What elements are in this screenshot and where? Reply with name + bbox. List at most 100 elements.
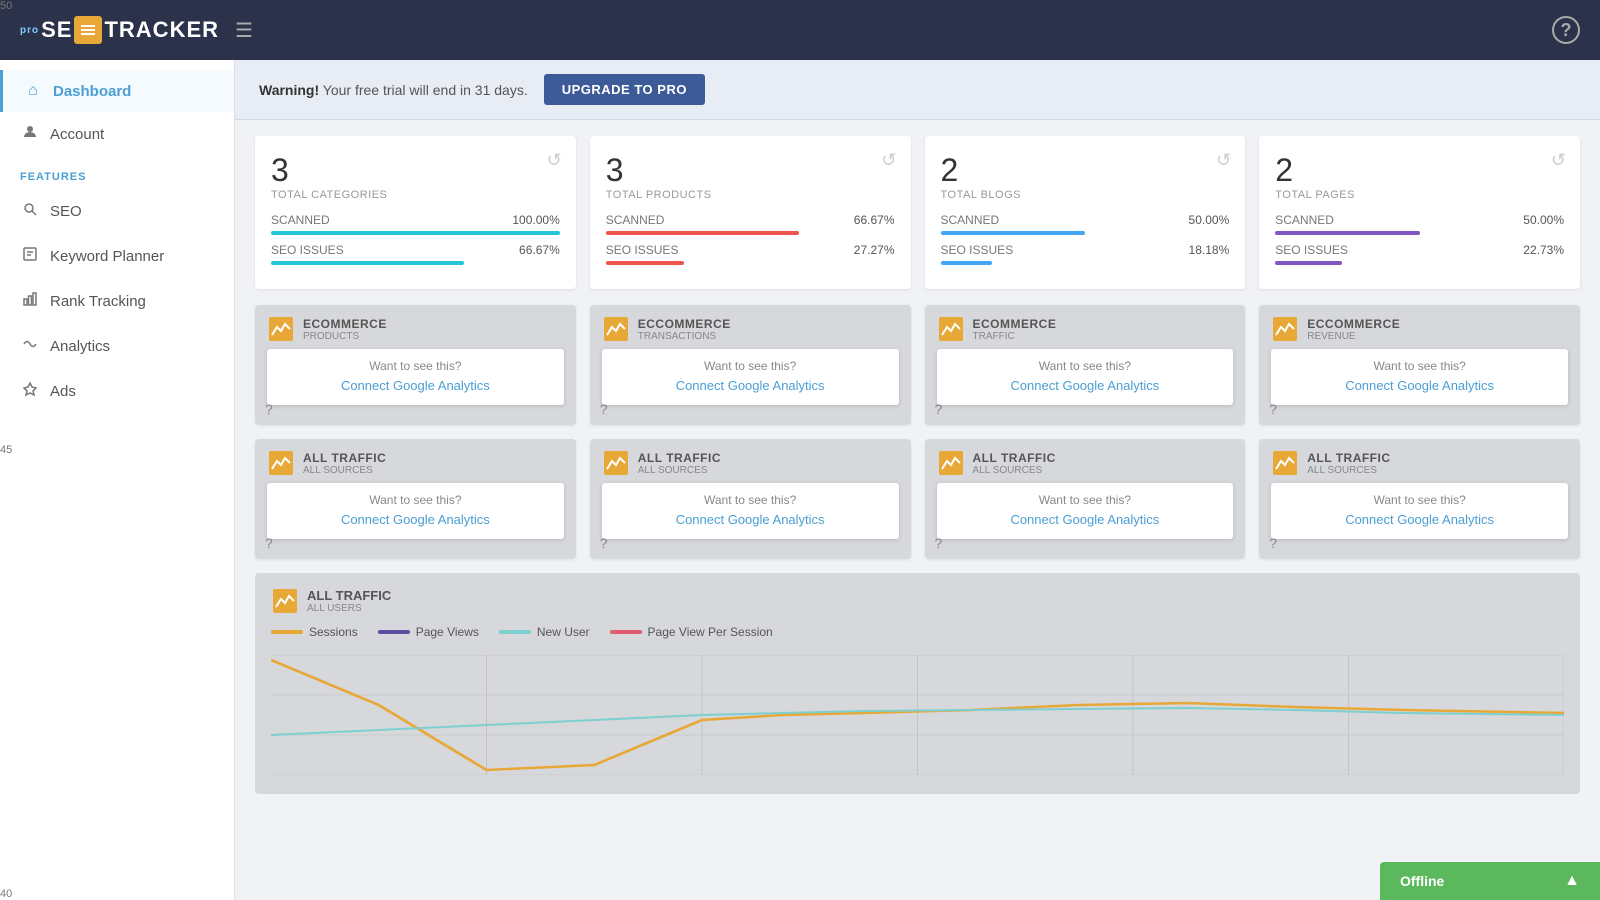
seo-pct-3: 22.73% [1523, 243, 1564, 257]
history-icon-1[interactable]: ↺ [881, 150, 896, 171]
legend-label-0: Sessions [309, 625, 358, 639]
analytics-card-title-3: ALL TRAFFIC [1307, 451, 1390, 465]
legend-label-3: Page View Per Session [648, 625, 773, 639]
connect-overlay-2: Want to see this? Connect Google Analyti… [937, 349, 1234, 405]
scanned-pct-1: 66.67% [854, 213, 895, 227]
stat-label-0: TOTAL CATEGORIES [271, 189, 560, 201]
scanned-pct-2: 50.00% [1189, 213, 1230, 227]
connect-link-2[interactable]: Connect Google Analytics [1010, 378, 1159, 393]
traffic-grid-card-0: ALL TRAFFIC ALL SOURCES Want to see this… [255, 439, 576, 559]
history-icon-3[interactable]: ↺ [1551, 150, 1566, 171]
chart-area: ALL TRAFFIC ALL USERS Sessions Page View… [255, 573, 1580, 794]
sidebar-item-seo[interactable]: SEO [0, 189, 234, 234]
stat-scanned-row-1: SCANNED 66.67% [606, 213, 895, 227]
seo-label-1: SEO ISSUES [606, 243, 679, 257]
stat-scanned-row-3: SCANNED 50.00% [1275, 213, 1564, 227]
sidebar-features-label: FEATURES [0, 157, 234, 189]
stat-label-1: TOTAL PRODUCTS [606, 189, 895, 201]
sidebar-item-dashboard[interactable]: ⌂ Dashboard [0, 70, 234, 112]
question-mark-2[interactable]: ? [935, 401, 943, 417]
logo: pro SE TRACKER [20, 16, 219, 44]
seo-pct-0: 66.67% [519, 243, 560, 257]
stat-number-3: 2 [1275, 152, 1564, 189]
seo-label-0: SEO ISSUES [271, 243, 344, 257]
offline-badge[interactable]: Offline ▲ [1380, 862, 1600, 900]
legend-color-3 [610, 630, 642, 634]
connect-link-3[interactable]: Connect Google Analytics [1345, 378, 1494, 393]
want-text-1: Want to see this? [618, 359, 883, 373]
traffic-grid-card-2: ALL TRAFFIC ALL SOURCES Want to see this… [925, 439, 1246, 559]
hamburger-menu[interactable]: ☰ [235, 18, 253, 43]
analytics-card-title-1: ECCOMMERCE [638, 317, 731, 331]
connect-link-1[interactable]: Connect Google Analytics [676, 512, 825, 527]
analytics-header-1: ALL TRAFFIC ALL SOURCES [602, 449, 899, 477]
chart-subtitle: ALL USERS [307, 603, 391, 614]
analytics-card-subtitle-2: TRAFFIC [973, 331, 1057, 342]
history-icon-0[interactable]: ↺ [547, 150, 562, 171]
question-mark-2[interactable]: ? [935, 535, 943, 551]
sidebar-item-keyword[interactable]: Keyword Planner [0, 234, 234, 279]
connect-link-0[interactable]: Connect Google Analytics [341, 512, 490, 527]
history-icon-2[interactable]: ↺ [1216, 150, 1231, 171]
sidebar-label-seo: SEO [50, 203, 82, 220]
scanned-label-0: SCANNED [271, 213, 330, 227]
warning-bar: Warning! Your free trial will end in 31 … [235, 60, 1600, 120]
want-text-0: Want to see this? [283, 359, 548, 373]
question-mark-1[interactable]: ? [600, 535, 608, 551]
warning-normal: Your free trial will end in 31 days. [323, 82, 528, 98]
analytics-card-subtitle-2: ALL SOURCES [973, 465, 1056, 476]
connect-link-0[interactable]: Connect Google Analytics [341, 378, 490, 393]
analytics-title-block-3: ECCOMMERCE REVENUE [1307, 317, 1400, 342]
scanned-bar-2 [941, 231, 1085, 235]
scanned-bar-0 [271, 231, 560, 235]
analytics-card-icon-2 [937, 315, 965, 343]
question-mark-0[interactable]: ? [265, 535, 273, 551]
question-mark-0[interactable]: ? [265, 401, 273, 417]
question-mark-3[interactable]: ? [1269, 401, 1277, 417]
upgrade-button[interactable]: UPGRADE TO PRO [544, 74, 705, 105]
analytics-header-2: ALL TRAFFIC ALL SOURCES [937, 449, 1234, 477]
question-mark-3[interactable]: ? [1269, 535, 1277, 551]
connect-overlay-3: Want to see this? Connect Google Analyti… [1271, 483, 1568, 539]
sidebar-item-account[interactable]: Account [0, 112, 234, 157]
warning-text: Warning! Your free trial will end in 31 … [259, 82, 528, 98]
chart-legend: Sessions Page Views New User Page View P… [271, 625, 1564, 639]
want-text-0: Want to see this? [283, 493, 548, 507]
content-area: Warning! Your free trial will end in 31 … [235, 60, 1600, 900]
want-text-2: Want to see this? [953, 359, 1218, 373]
header-left: pro SE TRACKER ☰ [20, 16, 253, 44]
analytics-card-title-0: ALL TRAFFIC [303, 451, 386, 465]
connect-link-3[interactable]: Connect Google Analytics [1345, 512, 1494, 527]
analytics-header-0: ALL TRAFFIC ALL SOURCES [267, 449, 564, 477]
analytics-card-title-1: ALL TRAFFIC [638, 451, 721, 465]
connect-overlay-0: Want to see this? Connect Google Analyti… [267, 349, 564, 405]
connect-link-1[interactable]: Connect Google Analytics [676, 378, 825, 393]
analytics-card-icon-2 [937, 449, 965, 477]
analytics-card-title-2: ALL TRAFFIC [973, 451, 1056, 465]
stat-label-2: TOTAL BLOGS [941, 189, 1230, 201]
sidebar-item-rank[interactable]: Rank Tracking [0, 279, 234, 324]
help-icon[interactable]: ? [1552, 16, 1580, 44]
sidebar-item-ads[interactable]: Ads [0, 369, 234, 414]
traffic-grid: ALL TRAFFIC ALL SOURCES Want to see this… [235, 439, 1600, 573]
stat-scanned-row-2: SCANNED 50.00% [941, 213, 1230, 227]
scanned-label-1: SCANNED [606, 213, 665, 227]
analytics-title-block-1: ECCOMMERCE TRANSACTIONS [638, 317, 731, 342]
analytics-card-icon-1 [602, 449, 630, 477]
sidebar-label-dashboard: Dashboard [53, 83, 131, 100]
want-text-2: Want to see this? [953, 493, 1218, 507]
ecommerce-grid-card-0: ECOMMERCE PRODUCTS Want to see this? Con… [255, 305, 576, 425]
legend-label-2: New User [537, 625, 590, 639]
question-mark-1[interactable]: ? [600, 401, 608, 417]
connect-link-2[interactable]: Connect Google Analytics [1010, 512, 1159, 527]
sidebar-label-keyword: Keyword Planner [50, 248, 164, 265]
ecommerce-grid: ECOMMERCE PRODUCTS Want to see this? Con… [235, 305, 1600, 439]
analytics-card-icon-1 [602, 315, 630, 343]
analytics-header-3: ALL TRAFFIC ALL SOURCES [1271, 449, 1568, 477]
chart-header: ALL TRAFFIC ALL USERS [271, 587, 1564, 615]
seo-bar-0 [271, 261, 464, 265]
seo-bar-2 [941, 261, 993, 265]
sidebar-item-analytics[interactable]: Analytics [0, 324, 234, 369]
seo-pct-1: 27.27% [854, 243, 895, 257]
analytics-card-subtitle-1: ALL SOURCES [638, 465, 721, 476]
